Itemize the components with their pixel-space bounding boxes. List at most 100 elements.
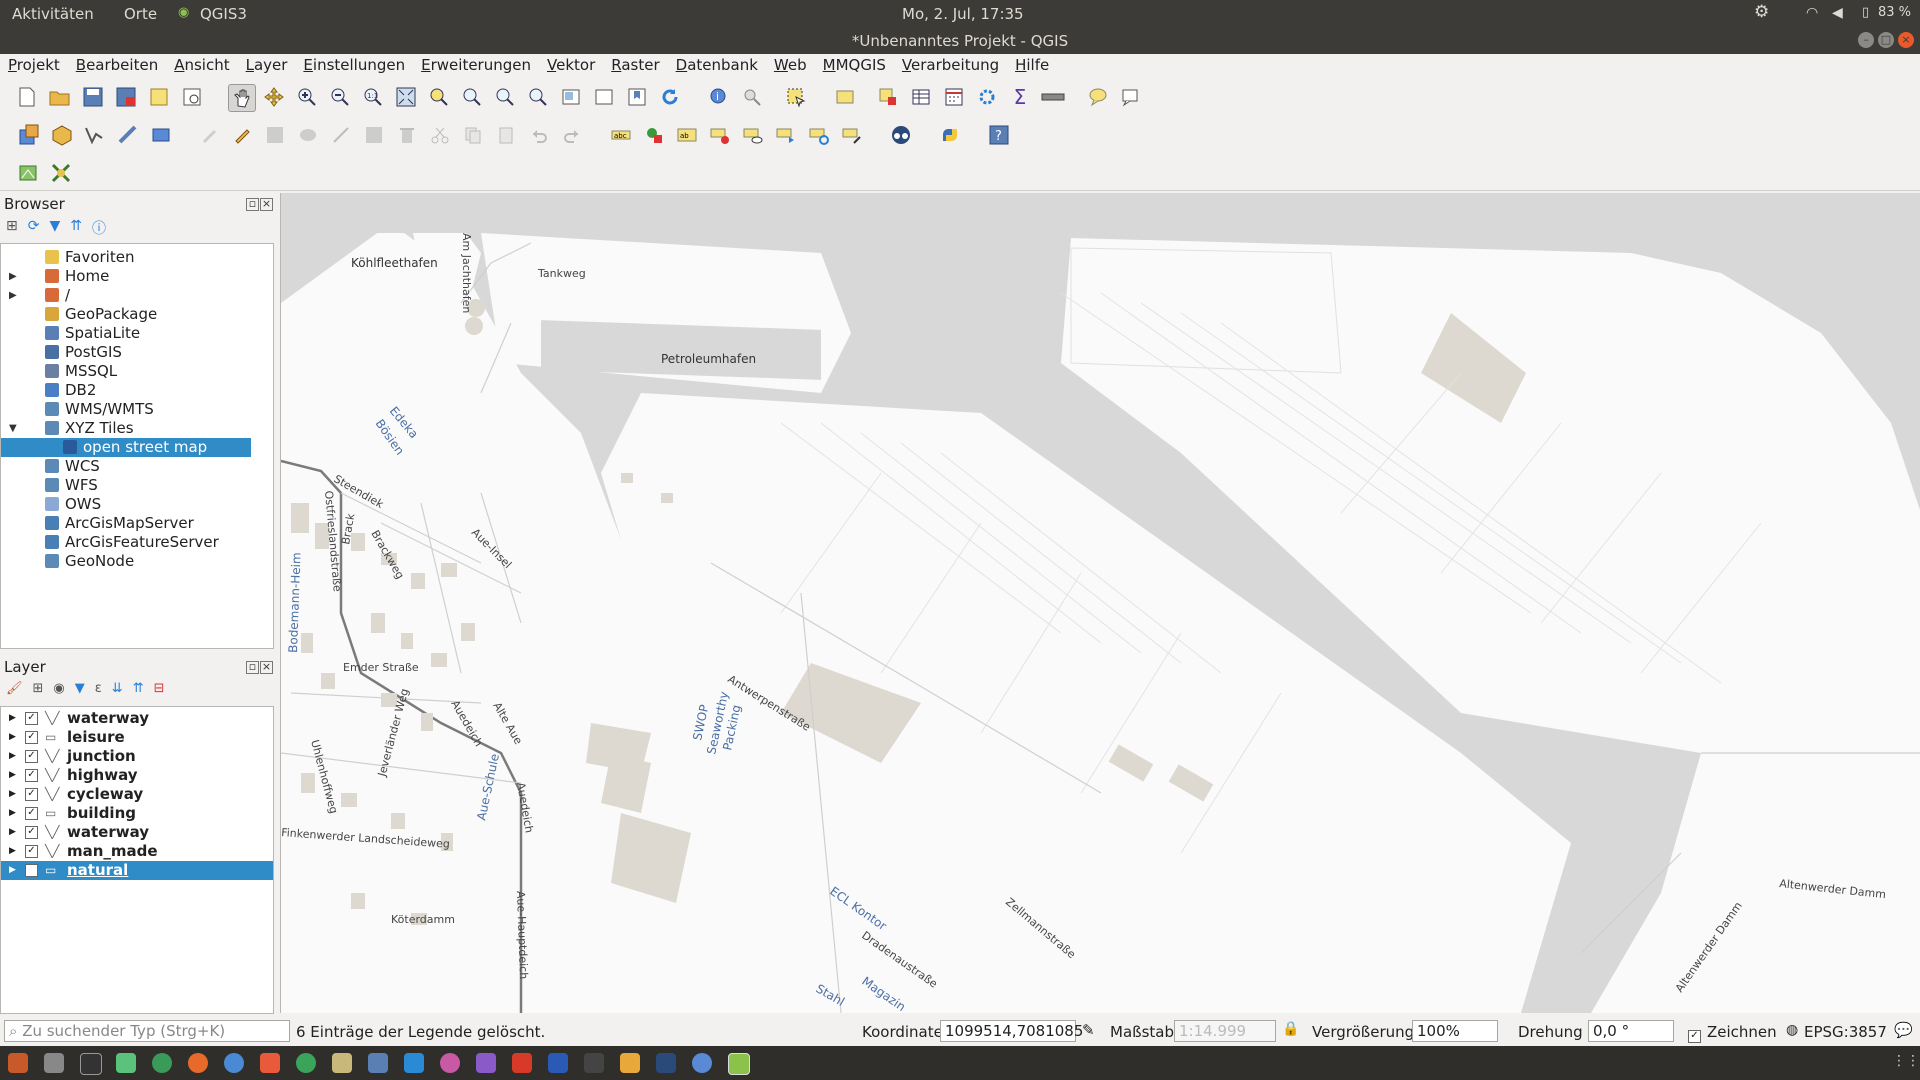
magnifier-spinbox[interactable]: 100%	[1412, 1020, 1498, 1042]
measure-line-icon[interactable]	[1040, 84, 1066, 110]
wifi-icon[interactable]: ◠	[1806, 5, 1818, 21]
browser-item-geopackage[interactable]: GeoPackage	[1, 305, 157, 324]
pin-labels-icon[interactable]	[707, 122, 733, 148]
taskbar-app-icon[interactable]	[368, 1053, 388, 1073]
layer-visibility-checkbox[interactable]: ✓	[25, 864, 38, 877]
diagram-options-icon[interactable]	[641, 122, 667, 148]
zoom-full-icon[interactable]	[393, 84, 419, 110]
taskbar-screen-icon[interactable]	[584, 1053, 604, 1073]
georeferencer-icon[interactable]	[16, 160, 42, 186]
python-console-icon[interactable]	[937, 122, 963, 148]
expand-arrow-icon[interactable]: ▶	[9, 785, 16, 804]
menu-projekt[interactable]: Projekt	[0, 54, 68, 78]
layer-item-waterway[interactable]: ▶ ✓ ╲╱ waterway	[1, 823, 273, 842]
undo-icon[interactable]	[526, 122, 552, 148]
zoom-in-icon[interactable]	[294, 84, 320, 110]
taskbar-filemanager-icon[interactable]	[332, 1053, 352, 1073]
taskbar-browser-icon[interactable]	[152, 1053, 172, 1073]
layer-item-man_made[interactable]: ▶ ✓ ╲╱ man_made	[1, 842, 273, 861]
copy-features-icon[interactable]	[460, 122, 486, 148]
scale-lock-icon[interactable]: 🔒	[1282, 1021, 1299, 1037]
show-hide-labels-icon[interactable]	[740, 122, 766, 148]
taskbar-brave-icon[interactable]	[260, 1053, 280, 1073]
browser-item-db2[interactable]: DB2	[1, 381, 96, 400]
select-by-value-icon[interactable]	[832, 84, 858, 110]
action-icon[interactable]	[739, 84, 765, 110]
menu-bearbeiten[interactable]: Bearbeiten	[68, 54, 166, 78]
taskbar-qgis-icon[interactable]	[728, 1053, 750, 1075]
add-selected-layers-icon[interactable]: ⊞	[6, 218, 18, 238]
taskbar-clock-icon[interactable]	[692, 1053, 712, 1073]
expand-arrow-icon[interactable]: ▶	[9, 804, 16, 823]
layer-item-highway[interactable]: ▶ ✓ ╲╱ highway	[1, 766, 273, 785]
taskbar-filezilla-icon[interactable]	[512, 1053, 532, 1073]
layer-visibility-checkbox[interactable]: ✓	[25, 845, 38, 858]
taskbar-files-icon[interactable]	[8, 1053, 28, 1073]
refresh-browser-icon[interactable]: ⟳	[28, 218, 40, 238]
filter-legend-icon[interactable]: ▼	[75, 681, 85, 696]
taskbar-vpn-icon[interactable]	[296, 1053, 316, 1073]
redo-icon[interactable]	[559, 122, 585, 148]
toolbox-icon[interactable]	[974, 84, 1000, 110]
rotate-label-icon[interactable]	[806, 122, 832, 148]
collapse-all-layers-icon[interactable]: ⇈	[133, 681, 144, 696]
taskbar-terminal-icon[interactable]	[80, 1053, 102, 1075]
minimize-icon[interactable]: –	[1858, 32, 1874, 48]
open-project-icon[interactable]	[47, 84, 73, 110]
mmqgis-icon[interactable]	[48, 160, 74, 186]
properties-info-icon[interactable]: ⓘ	[92, 218, 106, 238]
menu-erweiterungen[interactable]: Erweiterungen	[413, 54, 539, 78]
zoom-native-icon[interactable]: 1:1	[360, 84, 386, 110]
label-toolbar-icon[interactable]: abc	[608, 122, 634, 148]
browser-item-wms-wmts[interactable]: WMS/WMTS	[1, 400, 154, 419]
places-menu[interactable]: Orte	[124, 5, 157, 23]
expand-arrow-icon[interactable]: ▶	[9, 747, 16, 766]
expand-arrow-icon[interactable]: ▶	[9, 861, 16, 880]
app-menu[interactable]: QGIS3	[200, 5, 247, 23]
layer-visibility-checkbox[interactable]: ✓	[25, 750, 38, 763]
browser-item-postgis[interactable]: PostGIS	[1, 343, 122, 362]
change-label-icon[interactable]	[839, 122, 865, 148]
clock[interactable]: Mo, 2. Jul, 17:35	[902, 5, 1024, 23]
new-geopackage-layer-icon[interactable]	[49, 122, 75, 148]
quickosm-icon[interactable]	[888, 122, 914, 148]
menu-datenbank[interactable]: Datenbank	[668, 54, 766, 78]
zoom-to-selection-icon[interactable]	[426, 84, 452, 110]
menu-raster[interactable]: Raster	[603, 54, 667, 78]
taskbar-chromium-icon[interactable]	[224, 1053, 244, 1073]
save-layer-edits-icon[interactable]	[262, 122, 288, 148]
taskbar-chat-icon[interactable]	[440, 1053, 460, 1073]
layer-visibility-checkbox[interactable]: ✓	[25, 769, 38, 782]
zoom-next-icon[interactable]	[525, 84, 551, 110]
vertex-tool-icon[interactable]	[328, 122, 354, 148]
zoom-to-layer-icon[interactable]	[459, 84, 485, 110]
taskbar-media-icon[interactable]	[476, 1053, 496, 1073]
scale-combobox[interactable]: 1:14.999	[1174, 1020, 1276, 1042]
new-print-layout-icon[interactable]	[146, 84, 172, 110]
add-group-icon[interactable]: ⊞	[33, 681, 44, 696]
help-icon[interactable]: ?	[986, 122, 1012, 148]
new-shapefile-layer-icon[interactable]	[82, 122, 108, 148]
settings-gear-icon[interactable]: ⚙	[1754, 2, 1769, 22]
toggle-editing-icon[interactable]	[229, 122, 255, 148]
expand-arrow-icon[interactable]: ▶	[9, 290, 17, 301]
layer-item-junction[interactable]: ▶ ✓ ╲╱ junction	[1, 747, 273, 766]
manage-visibility-icon[interactable]: ◉	[53, 681, 64, 696]
layer-item-waterway[interactable]: ▶ ✓ ╲╱ waterway	[1, 709, 273, 728]
new-project-icon[interactable]	[14, 84, 40, 110]
show-apps-icon[interactable]: ⋮⋮	[1892, 1053, 1920, 1073]
browser-item-home[interactable]: Home	[1, 267, 109, 286]
browser-item-ows[interactable]: OWS	[1, 495, 101, 514]
layer-close-icon[interactable]: ×	[260, 661, 273, 674]
zoom-out-icon[interactable]	[327, 84, 353, 110]
pan-map-icon[interactable]	[228, 84, 256, 112]
activities-button[interactable]: Aktivitäten	[12, 5, 94, 23]
menu-vektor[interactable]: Vektor	[539, 54, 603, 78]
layer-item-natural[interactable]: ▶ ✓ ▭ natural	[1, 861, 273, 880]
modify-attributes-icon[interactable]	[361, 122, 387, 148]
collapse-all-icon[interactable]: ⇈	[70, 218, 82, 238]
browser-float-icon[interactable]: ▫	[246, 198, 259, 211]
menu-verarbeitung[interactable]: Verarbeitung	[894, 54, 1007, 78]
save-project-icon[interactable]	[80, 84, 106, 110]
style-layer-icon[interactable]: 🖌	[6, 681, 23, 696]
